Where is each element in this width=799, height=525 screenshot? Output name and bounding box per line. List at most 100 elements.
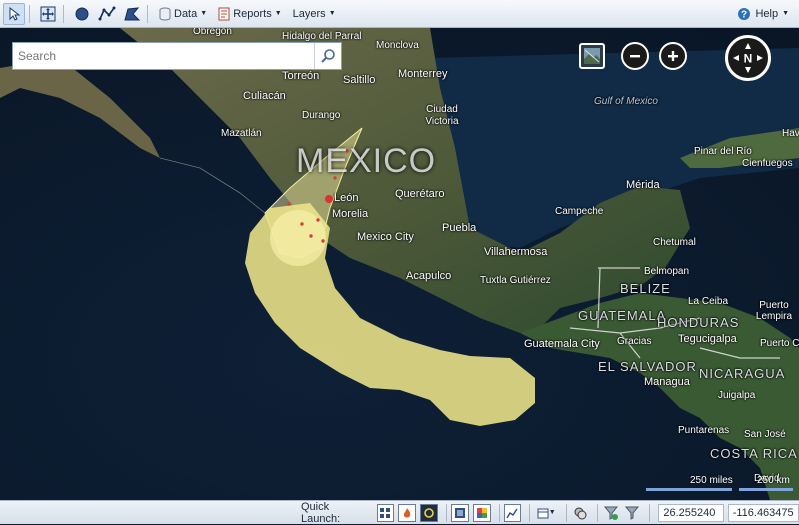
select-pointer-icon[interactable] — [3, 2, 25, 25]
compass-button[interactable]: N — [725, 35, 771, 81]
map-label-morelia: Morelia — [332, 208, 369, 220]
chevron-down-icon: ▼ — [548, 509, 556, 516]
map-label-belmopan: Belmopan — [644, 266, 690, 277]
database-icon — [159, 7, 171, 20]
map-label-juigalpa: Juigalpa — [718, 390, 756, 401]
filter-icon[interactable] — [624, 504, 642, 522]
toolbar-separator — [566, 503, 568, 522]
aerial-view-icon — [584, 48, 600, 64]
storm-point — [287, 202, 291, 206]
map-label-merida: Mérida — [626, 179, 660, 191]
map-style-button[interactable] — [579, 43, 605, 69]
help-menu-label: Help — [755, 7, 779, 20]
map-label-mexico-city: Mexico City — [357, 231, 414, 243]
search-input[interactable] — [13, 43, 314, 69]
toolbar-separator — [147, 4, 148, 23]
zoom-in-button[interactable] — [659, 42, 687, 70]
map-label-tegucigalpa: Tegucigalpa — [678, 333, 737, 345]
map-label-belize: BELIZE — [620, 281, 671, 296]
calendar-icon — [537, 508, 549, 518]
reports-menu[interactable]: Reports ▼ — [214, 3, 285, 25]
scale-km-bar — [739, 488, 793, 491]
layers-menu[interactable]: Layers ▼ — [289, 3, 340, 25]
toolbar-separator — [529, 503, 531, 522]
chevron-down-icon: ▼ — [274, 10, 282, 17]
storm-point — [300, 222, 304, 226]
map-label-saltillo: Saltillo — [343, 74, 376, 86]
status-bar: Quick Launch: ▼ 26.255240 -116.463475 — [0, 500, 799, 525]
map-label-monclova: Monclova — [376, 40, 419, 51]
map-label-campeche: Campeche — [555, 206, 604, 217]
chevron-down-icon: ▼ — [782, 10, 789, 17]
map-label-pinar-del-rio: Pinar del Río — [694, 146, 752, 157]
map-label-monterrey: Monterrey — [398, 68, 448, 80]
map-label-guatemala: GUATEMALA — [578, 308, 667, 323]
reports-menu-label: Reports — [233, 7, 272, 20]
polyline-draw-icon[interactable] — [96, 3, 118, 25]
map-label-puerto-cabezas: Puerto Cabe — [760, 338, 799, 349]
filter-add-icon[interactable] — [602, 504, 620, 522]
map-label-gulf-of-mexico: Gulf of Mexico — [594, 96, 658, 107]
svg-text:N: N — [744, 52, 753, 66]
zoom-out-button[interactable] — [621, 42, 649, 70]
help-menu[interactable]: ? Help ▼ — [733, 3, 793, 25]
map-label-tuxtla: Tuxtla Gutiérrez — [480, 275, 551, 286]
quick-launch-chart-icon[interactable] — [503, 503, 522, 522]
search-button[interactable] — [314, 43, 341, 69]
plus-icon — [668, 51, 678, 61]
scale-miles-bar — [646, 488, 732, 491]
data-menu-label: Data — [174, 7, 198, 20]
map-label-havana: Hav — [782, 128, 799, 139]
report-icon — [218, 7, 230, 20]
storm-point — [321, 239, 325, 243]
map-label-honduras: HONDURAS — [657, 315, 740, 330]
layers-menu-label: Layers — [292, 7, 326, 20]
map-label-durango: Durango — [302, 110, 341, 121]
latitude-readout: 26.255240 — [658, 503, 724, 522]
map-label-villahermosa: Villahermosa — [484, 246, 548, 258]
pan-icon[interactable] — [37, 3, 59, 25]
data-menu[interactable]: Data ▼ — [155, 3, 211, 25]
map-label-managua: Managua — [644, 376, 690, 388]
storm-point — [316, 218, 320, 222]
toolbar-separator — [596, 503, 598, 522]
map-label-san-jose: San José — [744, 429, 786, 440]
map-label-hidalgo: Hidalgo del Parral — [282, 31, 362, 42]
toolbar-separator — [649, 503, 651, 522]
map-label-puntarenas: Puntarenas — [678, 425, 730, 436]
toolbar-separator — [498, 503, 500, 522]
circle-draw-icon[interactable] — [71, 3, 93, 25]
storm-center-marker[interactable] — [325, 195, 333, 203]
search-box — [12, 42, 342, 70]
quick-launch-target-icon[interactable] — [420, 503, 438, 522]
map-view[interactable]: Obregón Hidalgo del Parral Monclova Torr… — [0, 28, 799, 500]
map-label-puerto-lempira: Puerto Lempira — [755, 300, 793, 322]
polygon-draw-icon[interactable] — [121, 3, 143, 25]
quick-launch-calendar-dropdown[interactable]: ▼ — [534, 504, 558, 522]
quick-launch-fire-icon[interactable] — [398, 503, 417, 522]
scale-miles-label: 250 miles — [690, 475, 733, 486]
map-label-acapulco: Acapulco — [406, 270, 452, 282]
chevron-down-icon: ▼ — [200, 10, 208, 17]
help-icon: ? — [738, 7, 751, 20]
map-label-cienfuegos: Cienfuegos — [742, 158, 793, 169]
quick-launch-palette-icon[interactable] — [472, 503, 491, 522]
map-label-nicaragua: NICARAGUA — [699, 366, 786, 381]
map-label-costa-rica: COSTA RICA — [710, 446, 798, 461]
map-label-queretaro: Querétaro — [395, 188, 445, 200]
toolbar: Data ▼ Reports ▼ Layers ▼ ? Help ▼ — [0, 0, 799, 28]
toolbar-separator — [63, 4, 64, 23]
longitude-readout: -116.463475 — [727, 503, 799, 522]
map-label-el-salvador: EL SALVADOR — [598, 359, 697, 374]
quick-launch-grid-icon[interactable] — [376, 503, 395, 522]
quick-launch-layers-icon[interactable] — [571, 504, 589, 522]
svg-text:?: ? — [741, 9, 747, 20]
map-label-la-ceiba: La Ceiba — [688, 296, 729, 307]
quick-launch-list-icon[interactable] — [450, 503, 469, 522]
map-label-gracias: Gracias — [617, 336, 652, 347]
map-label-ciudad-victoria: Ciudad Victoria — [425, 104, 459, 127]
toolbar-separator — [445, 503, 447, 522]
map-label-mexico: MEXICO — [296, 142, 437, 180]
map-label-chetumal: Chetumal — [653, 237, 696, 248]
map-label-puebla: Puebla — [442, 222, 477, 234]
